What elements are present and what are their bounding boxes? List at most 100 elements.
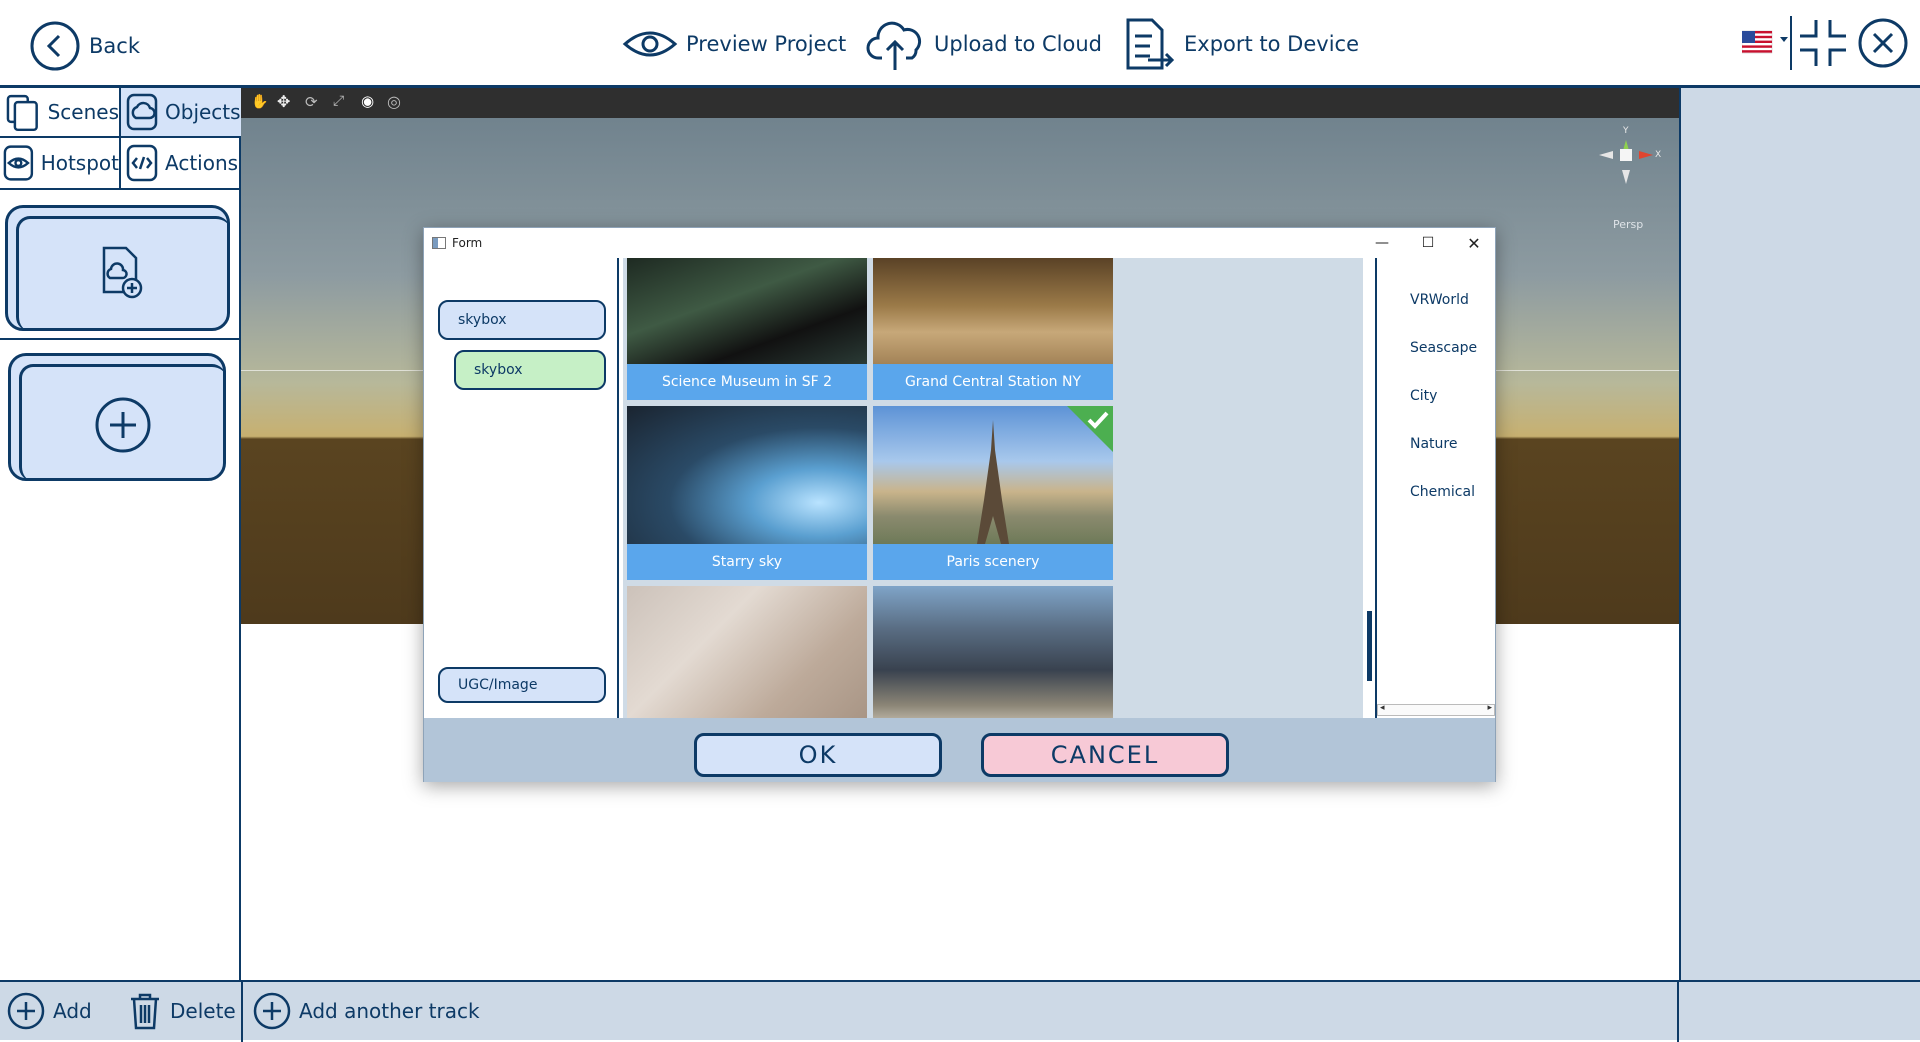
skybox-tile-selected[interactable]: Paris scenery xyxy=(873,406,1113,580)
export-document-icon xyxy=(1126,18,1175,70)
back-button[interactable]: Back xyxy=(29,20,140,72)
exit-fullscreen-icon[interactable] xyxy=(1798,18,1848,68)
form-window-icon xyxy=(432,237,446,249)
export-to-device-label: Export to Device xyxy=(1184,32,1359,56)
thumbnail-image xyxy=(627,586,867,718)
skybox-tile[interactable]: Science Museum in SF 2 xyxy=(627,258,867,400)
add-new-card-button[interactable] xyxy=(8,353,226,481)
tab-objects-label: Objects xyxy=(165,100,241,124)
tree-node-label: skybox xyxy=(458,312,507,328)
add-object-icon xyxy=(102,246,143,299)
thumbnail-image xyxy=(873,586,1113,718)
viewport-toolbar: ✋ ✥ ⟳ ⤢ ◉ ◎ xyxy=(241,88,1679,118)
tree-node-skybox[interactable]: skybox xyxy=(438,300,606,340)
objects-icon xyxy=(126,93,158,131)
plus-circle-icon xyxy=(253,992,291,1030)
back-label: Back xyxy=(89,34,140,58)
dialog-titlebar[interactable]: Form xyxy=(424,228,1495,258)
plus-circle-icon xyxy=(7,992,45,1030)
preview-project-button[interactable]: Preview Project xyxy=(622,24,846,64)
hand-tool-icon[interactable]: ✋ xyxy=(251,94,268,110)
add-another-track-label: Add another track xyxy=(299,999,480,1023)
tree-node-label: skybox xyxy=(474,362,523,378)
scroll-left-arrow-icon[interactable]: ◂ xyxy=(1380,703,1385,713)
move-tool-icon[interactable]: ✥ xyxy=(277,92,290,111)
category-nature[interactable]: Nature xyxy=(1410,436,1457,452)
language-flag-us-icon[interactable] xyxy=(1741,30,1776,54)
close-button[interactable]: ✕ xyxy=(1451,228,1497,258)
eiffel-tower-shape xyxy=(977,420,1009,544)
add-scene-card[interactable] xyxy=(5,205,230,331)
tab-scenes-label: Scenes xyxy=(47,100,119,124)
category-chemical[interactable]: Chemical xyxy=(1410,484,1475,500)
export-to-device-button[interactable]: Export to Device xyxy=(1120,16,1359,72)
left-panel: Scenes Objects Hotspot Actions xyxy=(0,88,241,980)
trash-icon xyxy=(131,993,159,1030)
tab-objects[interactable]: Objects xyxy=(121,88,241,138)
hotspot-eye-icon xyxy=(3,145,34,181)
tab-scenes[interactable]: Scenes xyxy=(0,88,121,138)
form-dialog: Form — ☐ ✕ skybox skybox UGC/Image Scien… xyxy=(423,227,1496,782)
thumbnail-image xyxy=(873,258,1113,364)
add-another-track-button[interactable]: Add another track xyxy=(253,992,480,1030)
scrollbar-thumb[interactable] xyxy=(1367,611,1372,681)
back-arrow-icon xyxy=(30,21,80,71)
scenes-icon xyxy=(6,94,38,132)
tree-node-skybox-child[interactable]: skybox xyxy=(454,350,606,390)
eye-icon xyxy=(622,31,678,57)
language-dropdown-caret-icon[interactable] xyxy=(1780,37,1788,42)
rotate-tool-icon[interactable]: ⟳ xyxy=(305,93,318,111)
scroll-right-arrow-icon[interactable]: ▸ xyxy=(1487,703,1492,713)
add-button[interactable]: Add xyxy=(7,992,92,1030)
skybox-tile[interactable] xyxy=(873,586,1113,718)
category-seascape[interactable]: Seascape xyxy=(1410,340,1477,356)
plus-circle-icon xyxy=(95,397,151,453)
category-list: VRWorld Seascape City Nature Chemical ◂ … xyxy=(1375,258,1495,718)
globe-icon[interactable]: ◎ xyxy=(387,92,401,111)
close-app-icon[interactable] xyxy=(1858,18,1908,68)
cancel-button[interactable]: CANCEL xyxy=(981,733,1229,777)
top-toolbar: Back Preview Project Upload to Cloud Exp… xyxy=(0,0,1920,88)
horizontal-scrollbar[interactable]: ◂ ▸ xyxy=(1377,703,1495,716)
skybox-tile[interactable]: Starry sky xyxy=(627,406,867,580)
cloud-upload-icon xyxy=(866,21,922,70)
orientation-gizmo-icon[interactable] xyxy=(1593,128,1659,198)
view-eye-icon[interactable]: ◉ xyxy=(361,92,374,110)
gizmo-x-label: X xyxy=(1655,150,1662,160)
dialog-footer: OK CANCEL xyxy=(424,718,1495,782)
tab-hotspot-label: Hotspot xyxy=(40,151,119,175)
minimize-button[interactable]: — xyxy=(1359,228,1405,258)
vertical-scrollbar[interactable] xyxy=(1365,258,1373,718)
upload-to-cloud-label: Upload to Cloud xyxy=(934,32,1102,56)
thumbnail-image xyxy=(627,258,867,364)
tab-hotspot[interactable]: Hotspot xyxy=(0,138,121,190)
upload-to-cloud-button[interactable]: Upload to Cloud xyxy=(866,16,1102,72)
divider xyxy=(0,338,241,340)
thumbnail-image xyxy=(627,406,867,544)
ok-button[interactable]: OK xyxy=(694,733,942,777)
divider xyxy=(1677,982,1679,1042)
code-actions-icon xyxy=(126,144,158,182)
tile-caption: Grand Central Station NY xyxy=(873,364,1113,400)
tile-caption: Paris scenery xyxy=(873,544,1113,580)
delete-label: Delete xyxy=(170,999,236,1023)
tile-caption: Starry sky xyxy=(627,544,867,580)
checkmark-icon xyxy=(1087,411,1109,429)
skybox-grid: Science Museum in SF 2 Grand Central Sta… xyxy=(623,258,1363,718)
delete-button[interactable]: Delete xyxy=(128,992,236,1030)
scale-tool-icon[interactable]: ⤢ xyxy=(333,93,344,109)
category-vrworld[interactable]: VRWorld xyxy=(1410,292,1469,308)
cancel-label: CANCEL xyxy=(1050,741,1160,769)
skybox-tile[interactable]: Grand Central Station NY xyxy=(873,258,1113,400)
right-panel xyxy=(1679,88,1920,980)
category-tree: skybox skybox UGC/Image xyxy=(424,258,619,718)
tree-node-ugc-image[interactable]: UGC/Image xyxy=(438,667,606,703)
maximize-button[interactable]: ☐ xyxy=(1405,228,1451,258)
tab-actions-label: Actions xyxy=(165,151,239,175)
category-city[interactable]: City xyxy=(1410,388,1437,404)
tab-actions[interactable]: Actions xyxy=(121,138,241,190)
skybox-tile[interactable] xyxy=(627,586,867,718)
tile-caption: Science Museum in SF 2 xyxy=(627,364,867,400)
add-label: Add xyxy=(53,999,92,1023)
divider xyxy=(1790,16,1792,70)
